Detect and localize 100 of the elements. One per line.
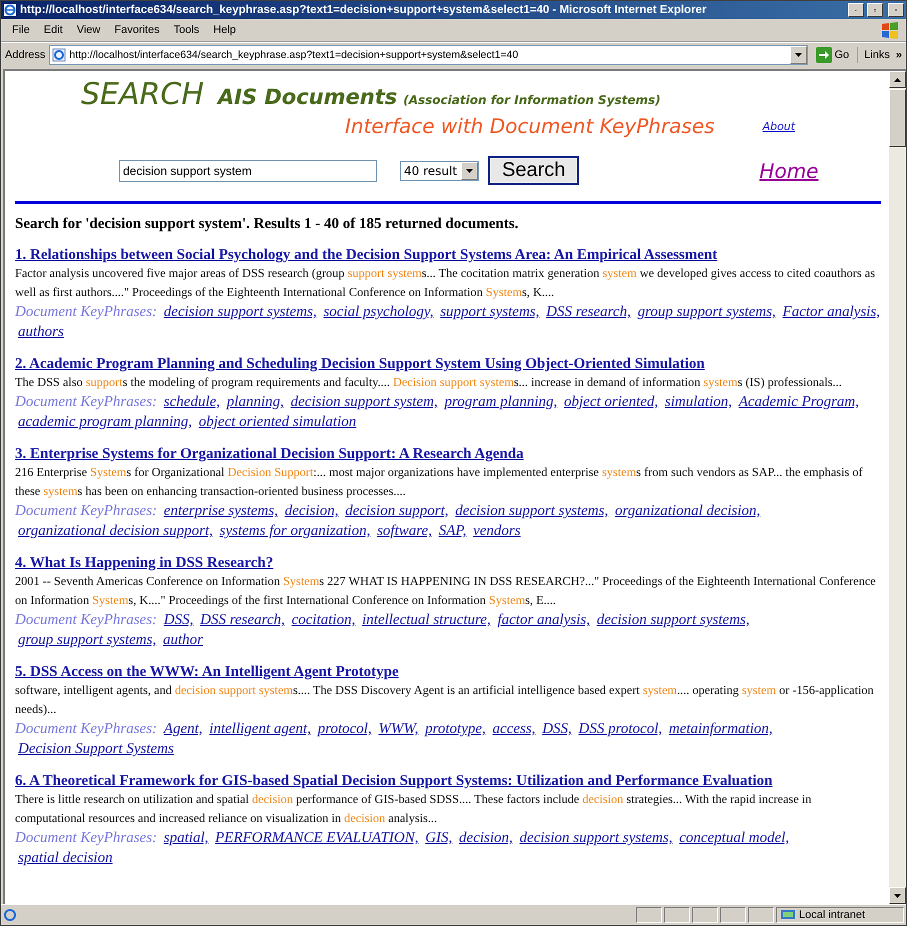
keyphrase-link[interactable]: social psychology, <box>323 304 434 320</box>
keyphrase-link[interactable]: DSS research, <box>546 304 631 320</box>
keyphrase-link[interactable]: spatial decision <box>18 850 113 866</box>
menu-item[interactable]: Help <box>206 22 243 38</box>
keyphrases-label: Document KeyPhrases: <box>15 304 158 320</box>
keyphrase-link[interactable]: Agent, <box>164 721 203 737</box>
maximize-button[interactable] <box>867 3 883 17</box>
keyphrase-link[interactable]: decision support systems, <box>164 304 317 320</box>
keyphrase-link[interactable]: group support systems, <box>638 304 776 320</box>
menu-item[interactable]: Tools <box>166 22 206 38</box>
keyphrase-link[interactable]: intelligent agent, <box>209 721 311 737</box>
about-link[interactable]: About <box>762 120 796 132</box>
browser-icon <box>3 3 17 17</box>
result-snippet: The DSS also supports the modeling of program requirements and faculty.... Decision support systems... increase in demand of information systems (IS) professionals... <box>15 374 843 391</box>
keyphrase-link[interactable]: GIS, <box>425 830 452 846</box>
keyphrase-link[interactable]: DSS research, <box>200 612 285 628</box>
keyphrase-link[interactable]: Academic Program, <box>738 394 859 410</box>
keyphrase-link[interactable]: Decision Support Systems <box>18 741 174 757</box>
result-snippet: There is little research on utilization and spatial decision performance of GIS-based SDSS.... These factors include decision strategies... With the rapid increase in computational resources and increased reliance on visualization in decision analysis... <box>15 791 812 827</box>
window-title: http://localhost/interface634/search_keyphrase.asp?text1=decision+support+system&select1=40 - Microsoft Internet Explorer <box>20 4 708 16</box>
status-panel <box>720 907 746 923</box>
windows-logo-icon <box>880 21 900 39</box>
keyphrase-link[interactable]: systems for organization, <box>220 523 370 539</box>
down-arrow-icon <box>894 894 901 898</box>
address-field[interactable]: http://localhost/interface634/search_keyphrase.asp?text1=decision+support+system&select1=40 <box>49 45 808 65</box>
menu-item[interactable]: File <box>5 22 37 38</box>
status-panel <box>748 907 774 923</box>
keyphrase-link[interactable]: object oriented, <box>564 394 658 410</box>
result-count-dropdown[interactable]: 40 result <box>400 160 480 180</box>
keyphrase-link[interactable]: decision support systems, <box>455 503 608 519</box>
keyphrase-link[interactable]: schedule, <box>164 394 220 410</box>
keyphrase-link[interactable]: program planning, <box>444 394 558 410</box>
result-title-link[interactable]: 4. What Is Happening in DSS Research? <box>15 554 274 572</box>
search-button[interactable]: Search <box>488 156 580 185</box>
keyphrase-link[interactable]: cocitation, <box>292 612 356 628</box>
menu-item[interactable]: Edit <box>36 22 70 38</box>
up-arrow-icon <box>894 78 901 82</box>
keyphrase-link[interactable]: decision, <box>459 830 513 846</box>
links-button[interactable]: Links <box>862 49 892 61</box>
keyphrase-link[interactable]: object oriented simulation <box>198 414 356 430</box>
result-title-link[interactable]: 3. Enterprise Systems for Organizational Decision Support: A Research Agenda <box>15 445 524 463</box>
keyphrase-link[interactable]: organizational decision, <box>614 503 760 519</box>
menu-item[interactable]: Favorites <box>107 22 167 38</box>
search-field[interactable]: decision support system <box>119 160 377 182</box>
result-title-link[interactable]: 1. Relationships between Social Psychology and the Decision Support Systems Area: An Empirical Assessment <box>15 246 718 264</box>
close-button[interactable] <box>888 3 904 17</box>
keyphrases-label: Document KeyPhrases: <box>15 394 158 410</box>
keyphrase-link[interactable]: protocol, <box>318 721 372 737</box>
chevron-button[interactable]: » <box>896 49 902 61</box>
scrollbar[interactable] <box>889 71 906 904</box>
keyphrase-link[interactable]: support systems, <box>440 304 540 320</box>
keyphrase-link[interactable]: authors <box>18 324 64 340</box>
keyphrase-link[interactable]: intellectual structure, <box>362 612 491 628</box>
keyphrases-label: Document KeyPhrases: <box>15 830 158 846</box>
keyphrase-link[interactable]: PERFORMANCE EVALUATION, <box>215 830 418 846</box>
keyphrase-link[interactable]: group support systems, <box>18 632 156 648</box>
keyphrase-link[interactable]: decision, <box>284 503 338 519</box>
scrollbar-thumb[interactable] <box>889 89 906 147</box>
status-panel <box>636 907 662 923</box>
keyphrase-link[interactable]: DSS, <box>542 721 572 737</box>
keyphrase-link[interactable]: SAP, <box>438 523 466 539</box>
keyphrase-link[interactable]: DSS, <box>164 612 194 628</box>
keyphrase-link[interactable]: access, <box>492 721 536 737</box>
menu-item[interactable]: View <box>70 22 108 38</box>
result-snippet: 216 Enterprise Systems for Organizational Decision Support:... most major organizations have implemented enterprise systems from such vendors as SAP... the emphasis of these systems has been on enhancing transaction-oriented business processes.... <box>15 464 864 500</box>
result-snippet: 2001 -- Seventh Americas Conference on Information Systems 227 WHAT IS HAPPENING IN DSS RESEARCH?..." Proceedings of the Eighteenth International Conference on Information Systems, K...." Proceedings of the first International Conference on Information Systems, E.... <box>15 573 877 609</box>
keyphrase-link[interactable]: factor analysis, <box>497 612 590 628</box>
result-title-link[interactable]: 6. A Theoretical Framework for GIS-based Spatial Decision Support Systems: Utilization and Performance Evaluation <box>15 772 772 790</box>
keyphrase-link[interactable]: spatial, <box>164 830 208 846</box>
home-link[interactable]: Home <box>759 158 818 182</box>
keyphrase-link[interactable]: Factor analysis, <box>782 304 880 320</box>
result-title-link[interactable]: 2. Academic Program Planning and Scheduling Decision Support System Using Object-Oriented Simulation <box>15 355 705 373</box>
keyphrase-link[interactable]: organizational decision support, <box>18 523 213 539</box>
keyphrase-link[interactable]: decision support system, <box>290 394 438 410</box>
keyphrase-link[interactable]: author <box>162 632 203 648</box>
keyphrase-link[interactable]: DSS protocol, <box>578 721 662 737</box>
keyphrases-label: Document KeyPhrases: <box>15 612 158 628</box>
site-logo: SEARCH <box>81 77 204 112</box>
keyphrase-link[interactable]: simulation, <box>664 394 732 410</box>
keyphrase-link[interactable]: enterprise systems, <box>164 503 278 519</box>
security-zone: Local intranet <box>799 909 866 921</box>
go-button[interactable]: Go <box>812 47 858 63</box>
keyphrase-link[interactable]: conceptual model, <box>679 830 790 846</box>
status-panel <box>692 907 718 923</box>
keyphrase-link[interactable]: metainformation, <box>668 721 773 737</box>
keyphrases-label: Document KeyPhrases: <box>15 721 158 737</box>
keyphrase-link[interactable]: decision support systems, <box>596 612 750 628</box>
keyphrases-label: Document KeyPhrases: <box>15 503 158 519</box>
keyphrase-link[interactable]: vendors <box>473 523 521 539</box>
keyphrase-link[interactable]: prototype, <box>425 721 486 737</box>
keyphrase-link[interactable]: decision support, <box>345 503 449 519</box>
page-icon <box>3 908 17 922</box>
result-snippet: software, intelligent agents, and decision support systems.... The DSS Discovery Agent is an artificial intelligence based expert system.... operating system or -156-application needs)... <box>15 682 875 718</box>
keyphrase-link[interactable]: planning, <box>226 394 284 410</box>
minimize-button[interactable] <box>848 3 864 17</box>
keyphrase-link[interactable]: WWW, <box>378 721 418 737</box>
result-title-link[interactable]: 5. DSS Access on the WWW: An Intelligent Agent Prototype <box>15 663 399 681</box>
keyphrase-link[interactable]: decision support systems, <box>520 830 672 846</box>
keyphrase-link[interactable]: academic program planning, <box>18 414 192 430</box>
keyphrase-link[interactable]: software, <box>377 523 432 539</box>
